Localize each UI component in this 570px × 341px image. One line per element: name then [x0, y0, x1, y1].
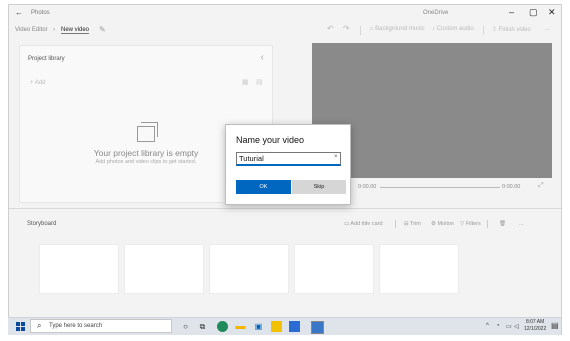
onedrive-status[interactable]: OneDrive	[423, 10, 448, 16]
dialog-title: Name your video	[236, 135, 305, 145]
toolbar-divider	[483, 26, 484, 35]
expand-icon[interactable]: ⤢	[538, 182, 544, 190]
undo-icon[interactable]: ↶	[327, 24, 334, 33]
breadcrumb-video-editor[interactable]: Video Editor	[15, 27, 48, 33]
battery-icon[interactable]: ▭	[506, 323, 512, 330]
storyboard-more-button[interactable]: ...	[519, 221, 524, 227]
background-music-button[interactable]: ♫ Background music	[369, 26, 425, 32]
custom-audio-button[interactable]: ♪ Custom audio	[432, 26, 474, 32]
back-button[interactable]: ←	[15, 8, 23, 17]
motion-button[interactable]: ⚙ Motion	[431, 221, 454, 227]
photos-placeholder-icon	[137, 122, 158, 142]
toolbar-divider	[360, 26, 361, 35]
network-icon[interactable]: ◔	[496, 323, 500, 329]
volume-icon[interactable]: ◁	[514, 323, 519, 330]
storyboard-slot[interactable]	[294, 244, 374, 294]
close-button[interactable]: ✕	[548, 7, 556, 18]
search-placeholder: Type here to search	[49, 323, 103, 329]
clock-time: 8:07 AM	[525, 319, 545, 325]
storyboard-panel: Storyboard ▭ Add title card ⊟ Trim ⚙ Mot…	[9, 209, 561, 314]
storyboard-slot[interactable]	[209, 244, 289, 294]
task-view-icon[interactable]: ⧉	[197, 321, 208, 332]
title-bar: ← Photos OneDrive – ▢ ✕	[9, 5, 561, 21]
name-your-video-dialog: Name your video × OK Skip	[225, 124, 351, 205]
storyboard-title: Storyboard	[27, 221, 57, 227]
video-name-input[interactable]	[236, 152, 341, 166]
library-delete-icon[interactable]: ▤	[256, 78, 263, 86]
running-app-icon[interactable]	[311, 321, 324, 334]
photos-taskbar-icon[interactable]	[271, 321, 282, 332]
filters-button[interactable]: ▽ Filters	[460, 221, 481, 227]
app-title: Photos	[31, 10, 50, 16]
end-time: 0:00.00	[502, 184, 521, 190]
add-title-card-button[interactable]: ▭ Add title card	[344, 221, 383, 227]
store-icon[interactable]: ▣	[253, 321, 264, 332]
editor-toolbar: Video Editor › New video ✎ ↶ ↷ ♫ Backgro…	[9, 23, 561, 39]
maximize-button[interactable]: ▢	[529, 7, 538, 18]
collapse-library-icon[interactable]: ‹	[261, 52, 264, 63]
file-explorer-icon[interactable]: ▬	[235, 321, 246, 332]
taskbar-search-box[interactable]: ⌕ Type here to search	[30, 319, 172, 333]
storyboard-slot[interactable]	[39, 244, 119, 294]
trim-button[interactable]: ⊟ Trim	[404, 221, 421, 227]
system-clock[interactable]: 8:07 AM 12/1/2022	[524, 319, 546, 333]
notifications-icon[interactable]: ▤	[551, 321, 559, 330]
storyboard-slot[interactable]	[379, 244, 459, 294]
current-time: 0:00.00	[358, 184, 377, 190]
skip-button[interactable]: Skip	[292, 180, 346, 194]
minimize-button[interactable]: –	[509, 7, 514, 17]
breadcrumb-separator: ›	[53, 27, 55, 33]
cortana-icon[interactable]: ○	[180, 321, 191, 332]
search-icon: ⌕	[37, 321, 42, 330]
project-name: New video	[61, 27, 90, 34]
storyboard-divider	[487, 220, 488, 228]
finish-video-button[interactable]: ⇪ Finish video	[492, 26, 531, 33]
windows-start-icon[interactable]	[16, 322, 25, 331]
library-grid-view-icon[interactable]: ▦	[242, 78, 249, 86]
clear-input-icon[interactable]: ×	[334, 154, 338, 160]
tray-chevron-icon[interactable]: ^	[486, 323, 489, 329]
add-media-button[interactable]: + Add	[30, 80, 46, 86]
storyboard-delete-icon[interactable]: 🗑	[499, 221, 506, 227]
taskbar: ⌕ Type here to search ○ ⧉ ▬ ▣ ^ ◔ ▭ ◁ 8:…	[8, 317, 561, 335]
project-library-title: Project library	[28, 56, 65, 62]
redo-icon[interactable]: ↷	[343, 24, 350, 33]
storyboard-divider	[395, 220, 396, 228]
storyboard-slot[interactable]	[124, 244, 204, 294]
outlook-icon[interactable]	[289, 321, 300, 332]
more-options-button[interactable]: ...	[545, 26, 550, 32]
edge-icon[interactable]	[217, 321, 228, 332]
seek-bar[interactable]	[380, 187, 500, 188]
ok-button[interactable]: OK	[236, 180, 291, 194]
clock-date: 12/1/2022	[524, 326, 547, 332]
pencil-icon[interactable]: ✎	[99, 25, 106, 34]
